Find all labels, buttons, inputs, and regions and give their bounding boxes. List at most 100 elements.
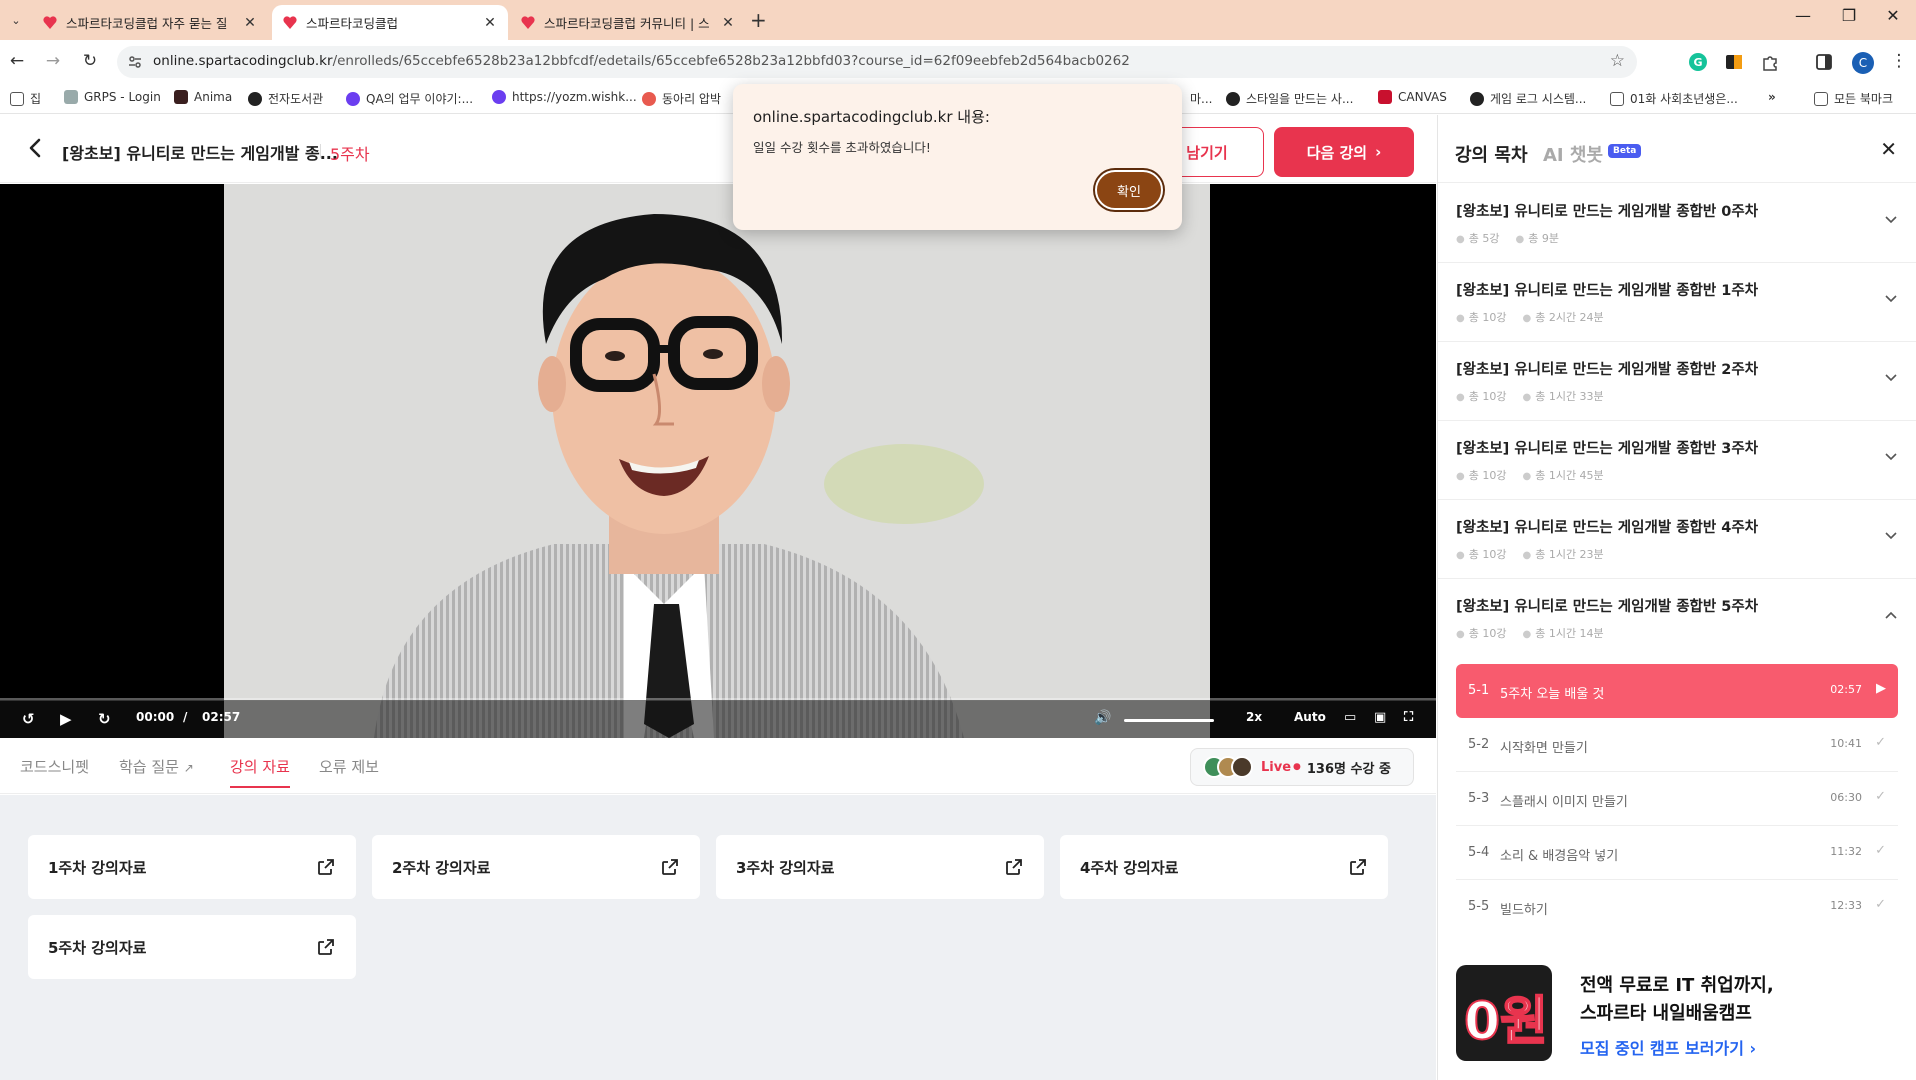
material-card-week5[interactable]: 5주차 강의자료	[28, 915, 356, 979]
bookmark-item[interactable]: CANVAS	[1378, 90, 1447, 104]
bootcamp-promo[interactable]: 0원 전액 무료로 IT 취업까지, 스파르타 내일배움캠프 모집 중인 캠프 …	[1456, 965, 1896, 1065]
bookmark-star-icon[interactable]: ☆	[1610, 51, 1625, 71]
quality-button[interactable]: Auto	[1294, 710, 1326, 724]
tab-search-button[interactable]: ⌄	[4, 8, 28, 32]
canvas-icon	[1378, 90, 1392, 104]
tab-report-error[interactable]: 오류 제보	[319, 756, 379, 777]
week-section-1[interactable]: [왕초보] 유니티로 만드는 게임개발 종합반 1주차 총 10강총 2시간 2…	[1438, 263, 1916, 342]
close-tab-icon[interactable]: ✕	[482, 15, 498, 31]
theater-mode-icon[interactable]: ▣	[1374, 710, 1386, 725]
volume-icon[interactable]: 🔊	[1094, 710, 1111, 726]
next-lecture-button[interactable]: 다음 강의 ›	[1274, 127, 1414, 177]
more-bookmarks-icon[interactable]: »	[1768, 90, 1776, 104]
lesson-item-5-1[interactable]: 5-1 5주차 오늘 배울 것 02:57 ▶	[1456, 664, 1898, 718]
browser-tab-2[interactable]: 스파르타코딩클럽 ✕	[272, 5, 508, 40]
bookmark-item[interactable]: https://yozm.wishk...	[492, 90, 637, 104]
rewind-10-icon[interactable]: ↺	[22, 710, 35, 728]
extensions-puzzle-icon[interactable]	[1760, 52, 1780, 72]
close-tab-icon[interactable]: ✕	[720, 15, 736, 31]
lesson-number: 5-1	[1468, 683, 1490, 698]
week-title: [왕초보] 유니티로 만드는 게임개발 종합반 5주차	[1456, 599, 1759, 615]
video-player[interactable]: ↺ ▶ ↻ 00:00 / 02:57 🔊 2x Auto ▭ ▣ ⛶	[0, 184, 1436, 738]
forward-10-icon[interactable]: ↻	[98, 710, 111, 728]
close-window-icon[interactable]: ✕	[1870, 6, 1916, 25]
material-label: 2주차 강의자료	[392, 858, 491, 877]
site-info-icon[interactable]	[127, 54, 143, 70]
restore-icon[interactable]: ❐	[1826, 6, 1872, 25]
lesson-name: 빌드하기	[1500, 903, 1548, 918]
back-chevron-icon[interactable]	[22, 135, 48, 161]
tab-title: 스파르타코딩클럽 자주 묻는 질	[66, 16, 228, 31]
address-bar[interactable]: online.spartacodingclub.kr/enrolleds/65c…	[117, 46, 1637, 78]
browser-tab-1[interactable]: 스파르타코딩클럽 자주 묻는 질 ✕	[32, 5, 268, 40]
profile-avatar[interactable]: C	[1852, 52, 1874, 74]
promo-link[interactable]: 모집 중인 캠프 보러가기 ›	[1580, 1035, 1756, 1059]
week-section-3[interactable]: [왕초보] 유니티로 만드는 게임개발 종합반 3주차 총 10강총 1시간 4…	[1438, 421, 1916, 500]
tab-questions[interactable]: 학습 질문 ↗	[119, 756, 194, 777]
tab-code-snippet[interactable]: 코드스니펫	[20, 756, 89, 777]
grps-icon	[64, 90, 78, 104]
bookmark-item[interactable]: Anima	[174, 90, 232, 104]
url-host: online.spartacodingclub.kr	[153, 53, 333, 69]
lesson-item-5-3[interactable]: 5-3 스플래시 이미지 만들기 06:30 ✓	[1456, 772, 1898, 826]
bookmark-item[interactable]: 동아리 압박	[642, 90, 721, 107]
external-link-icon	[662, 859, 678, 875]
tab-table-of-contents[interactable]: 강의 목차	[1455, 141, 1528, 167]
style-icon	[1226, 91, 1240, 106]
close-icon[interactable]: ✕	[1880, 137, 1897, 161]
week-title: [왕초보] 유니티로 만드는 게임개발 종합반 0주차	[1456, 204, 1759, 220]
material-card-week3[interactable]: 3주차 강의자료	[716, 835, 1044, 899]
bookmark-item[interactable]: 전자도서관	[248, 90, 323, 107]
grammarly-extension-icon[interactable]: G	[1688, 52, 1708, 72]
fullscreen-icon[interactable]: ⛶	[1404, 710, 1413, 725]
speed-button[interactable]: 2x	[1246, 710, 1262, 724]
play-icon[interactable]: ▶	[60, 710, 72, 728]
material-card-week4[interactable]: 4주차 강의자료	[1060, 835, 1388, 899]
lesson-name: 5주차 오늘 배울 것	[1500, 687, 1605, 702]
material-label: 1주차 강의자료	[48, 858, 147, 877]
sparta-favicon-icon	[521, 15, 535, 29]
qa-icon	[346, 91, 360, 106]
browser-tab-3[interactable]: 스파르타코딩클럽 커뮤니티 | 스 ✕	[510, 5, 746, 40]
forward-arrow-icon[interactable]: →	[42, 50, 64, 72]
chevron-right-icon: ›	[1375, 143, 1382, 161]
material-label: 5주차 강의자료	[48, 938, 147, 957]
bookmark-item[interactable]: 게임 로그 시스템...	[1470, 90, 1586, 107]
more-menu-icon[interactable]: ⋮	[1888, 50, 1910, 72]
side-panel-icon[interactable]	[1814, 52, 1834, 72]
material-card-week1[interactable]: 1주차 강의자료	[28, 835, 356, 899]
bookmark-item[interactable]: 집	[10, 90, 41, 107]
week-section-2[interactable]: [왕초보] 유니티로 만드는 게임개발 종합반 2주차 총 10강총 1시간 3…	[1438, 342, 1916, 421]
bookmark-item[interactable]: QA의 업무 이야기:...	[346, 90, 473, 107]
material-card-week2[interactable]: 2주차 강의자료	[372, 835, 700, 899]
dialog-ok-button[interactable]: 확인	[1095, 170, 1163, 210]
lesson-item-5-4[interactable]: 5-4 소리 & 배경음악 넣기 11:32 ✓	[1456, 826, 1898, 880]
lesson-item-5-2[interactable]: 5-2 시작화면 만들기 10:41 ✓	[1456, 718, 1898, 772]
divider	[320, 144, 321, 158]
bookmark-item[interactable]: 01화 사회초년생은...	[1610, 90, 1738, 107]
tab-materials[interactable]: 강의 자료	[230, 756, 290, 788]
lesson-time: 06:30	[1830, 791, 1862, 804]
close-tab-icon[interactable]: ✕	[242, 15, 258, 31]
lesson-item-5-5[interactable]: 5-5 빌드하기 12:33 ✓	[1456, 880, 1898, 934]
viewer-avatars	[1203, 756, 1253, 778]
extension-icon[interactable]	[1724, 52, 1744, 72]
bookmark-item[interactable]: GRPS - Login	[64, 90, 161, 104]
new-tab-button[interactable]: +	[750, 8, 767, 32]
all-bookmarks[interactable]: 모든 북마크	[1814, 90, 1893, 107]
bookmark-item[interactable]: 마...	[1190, 90, 1212, 107]
week-section-4[interactable]: [왕초보] 유니티로 만드는 게임개발 종합반 4주차 총 10강총 1시간 2…	[1438, 500, 1916, 579]
player-controls: ↺ ▶ ↻ 00:00 / 02:57 🔊 2x Auto ▭ ▣ ⛶	[0, 700, 1436, 738]
week-section-0[interactable]: [왕초보] 유니티로 만드는 게임개발 종합반 0주차 총 5강총 9분	[1438, 184, 1916, 263]
week-label: 5주차	[330, 145, 370, 164]
tab-ai-chatbot[interactable]: AI 챗봇	[1543, 141, 1603, 167]
minimize-icon[interactable]: —	[1780, 6, 1826, 25]
volume-slider[interactable]	[1124, 719, 1214, 722]
lesson-time: 12:33	[1830, 899, 1862, 912]
bookmark-item[interactable]: 스타일을 만드는 사...	[1226, 90, 1353, 107]
week-section-5[interactable]: [왕초보] 유니티로 만드는 게임개발 종합반 5주차 총 10강총 1시간 1…	[1438, 579, 1916, 658]
back-arrow-icon[interactable]: ←	[6, 50, 28, 72]
reload-icon[interactable]: ↻	[79, 50, 101, 72]
captions-icon[interactable]: ▭	[1344, 710, 1356, 725]
live-dot-icon: ●	[1293, 762, 1301, 772]
